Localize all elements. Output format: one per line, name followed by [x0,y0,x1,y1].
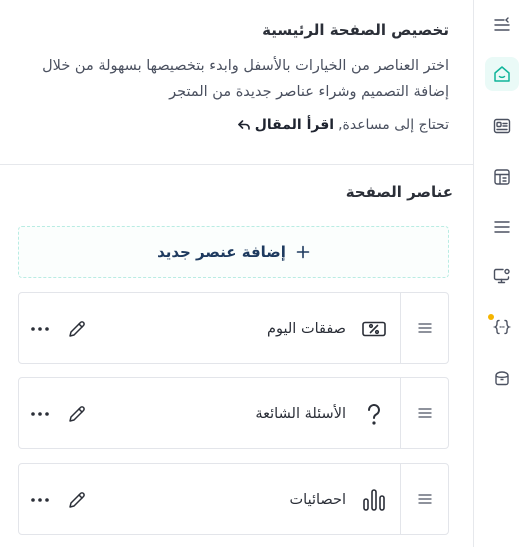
add-element-button[interactable]: إضافة عنصر جديد [18,226,449,278]
section-title: عناصر الصفحة [345,183,453,201]
code-braces-icon[interactable] [485,310,519,344]
read-article-label: اقرأ المقال [254,117,335,133]
bar-stats-icon [360,486,388,514]
sidebar-rail [473,0,531,547]
help-line: تحتاج إلى مساعدة, اقرأ المقال [29,117,449,133]
drag-handle-icon [417,323,432,333]
menu-lines-icon[interactable] [485,210,519,244]
more-options-icon[interactable] [29,490,51,510]
element-card-stats: احصائيات [18,463,449,535]
id-card-icon[interactable] [485,109,519,143]
collapse-menu-icon[interactable] [485,8,519,42]
add-element-label: إضافة عنصر جديد [157,243,286,261]
drag-handle-icon [417,408,432,418]
box-icon[interactable] [485,361,519,395]
read-article-link[interactable]: اقرأ المقال [237,117,334,133]
monitor-gear-icon[interactable] [485,259,519,293]
element-name: احصائيات [289,492,346,508]
element-card-deals: صفقات اليوم [18,292,449,364]
help-prefix: تحتاج إلى مساعدة, [338,117,449,133]
edit-icon[interactable] [67,404,87,424]
question-icon [360,400,388,428]
element-card-faq: الأسئلة الشائعة [18,377,449,449]
element-name: الأسئلة الشائعة [255,406,346,422]
edit-icon[interactable] [67,319,87,339]
element-name: صفقات اليوم [267,321,346,337]
more-options-icon[interactable] [29,404,51,424]
more-options-icon[interactable] [29,319,51,339]
reply-arrow-icon [237,120,250,130]
plus-icon [296,245,310,259]
edit-icon[interactable] [67,490,87,510]
layout-icon[interactable] [485,160,519,194]
drag-handle[interactable] [400,378,448,448]
drag-handle-icon [417,494,432,504]
page-description: اختر العناصر من الخيارات بالأسفل وابدء ب… [42,58,449,100]
home-smile-icon[interactable] [485,57,519,91]
intro-block: تخصيص الصفحة الرئيسية اختر العناصر من ال… [29,18,449,133]
page-title: تخصيص الصفحة الرئيسية [262,21,449,39]
drag-handle[interactable] [400,293,448,363]
divider [0,164,473,165]
notification-badge [488,314,494,320]
percent-tag-icon [360,315,388,343]
drag-handle[interactable] [400,464,448,534]
customize-panel: تخصيص الصفحة الرئيسية اختر العناصر من ال… [0,0,473,547]
